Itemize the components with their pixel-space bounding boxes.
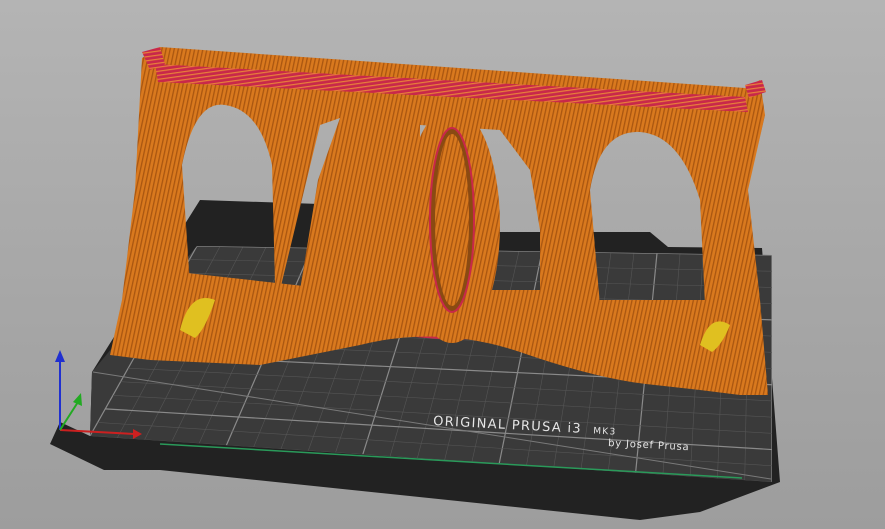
scene-canvas[interactable]: ORIGINAL PRUSA i3 MK3 by Josef Prusa (0, 0, 885, 529)
3d-preview-viewport[interactable]: ORIGINAL PRUSA i3 MK3 by Josef Prusa (0, 0, 885, 529)
axis-y (59, 401, 79, 431)
axis-z-arrow (55, 350, 65, 362)
bed-logo-model: MK3 (593, 426, 617, 437)
model-center-oval-inner (435, 134, 469, 306)
